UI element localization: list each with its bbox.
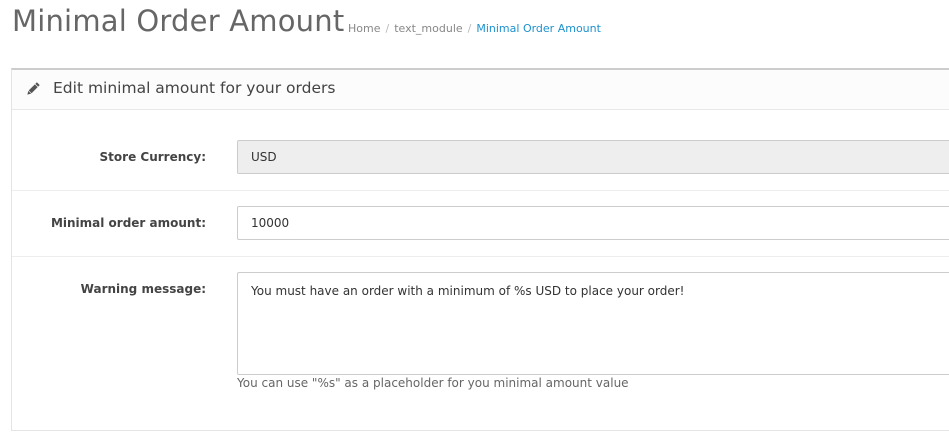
breadcrumb-current-link[interactable]: Minimal Order Amount (476, 22, 601, 35)
warning-message-row: Warning message: You must have an order … (12, 257, 949, 429)
warning-message-help-text: You can use "%s" as a placeholder for yo… (237, 376, 629, 390)
breadcrumb-separator: / (467, 22, 472, 35)
breadcrumb-home-link[interactable]: Home (348, 22, 380, 35)
store-currency-field[interactable] (237, 140, 949, 174)
store-currency-row: Store Currency: (12, 110, 949, 191)
breadcrumb-separator: / (385, 22, 390, 35)
breadcrumb: Home / text_module / Minimal Order Amount (348, 22, 601, 35)
breadcrumb-module-link[interactable]: text_module (394, 22, 462, 35)
minimal-order-amount-label: Minimal order amount: (50, 216, 206, 230)
page-title: Minimal Order Amount (12, 4, 345, 38)
warning-message-textarea[interactable]: You must have an order with a minimum of… (237, 272, 949, 375)
edit-panel: Edit minimal amount for your orders Stor… (11, 68, 949, 431)
pencil-icon (25, 81, 41, 97)
panel-title: Edit minimal amount for your orders (53, 79, 336, 97)
minimal-order-amount-row: Minimal order amount: (12, 191, 949, 257)
page-header: Minimal Order Amount Home / text_module / Mi… (12, 0, 949, 52)
minimal-order-amount-input[interactable] (237, 206, 949, 240)
warning-message-label: Warning message: (80, 282, 206, 296)
store-currency-label: Store Currency: (99, 150, 206, 164)
panel-heading: Edit minimal amount for your orders (12, 70, 949, 110)
